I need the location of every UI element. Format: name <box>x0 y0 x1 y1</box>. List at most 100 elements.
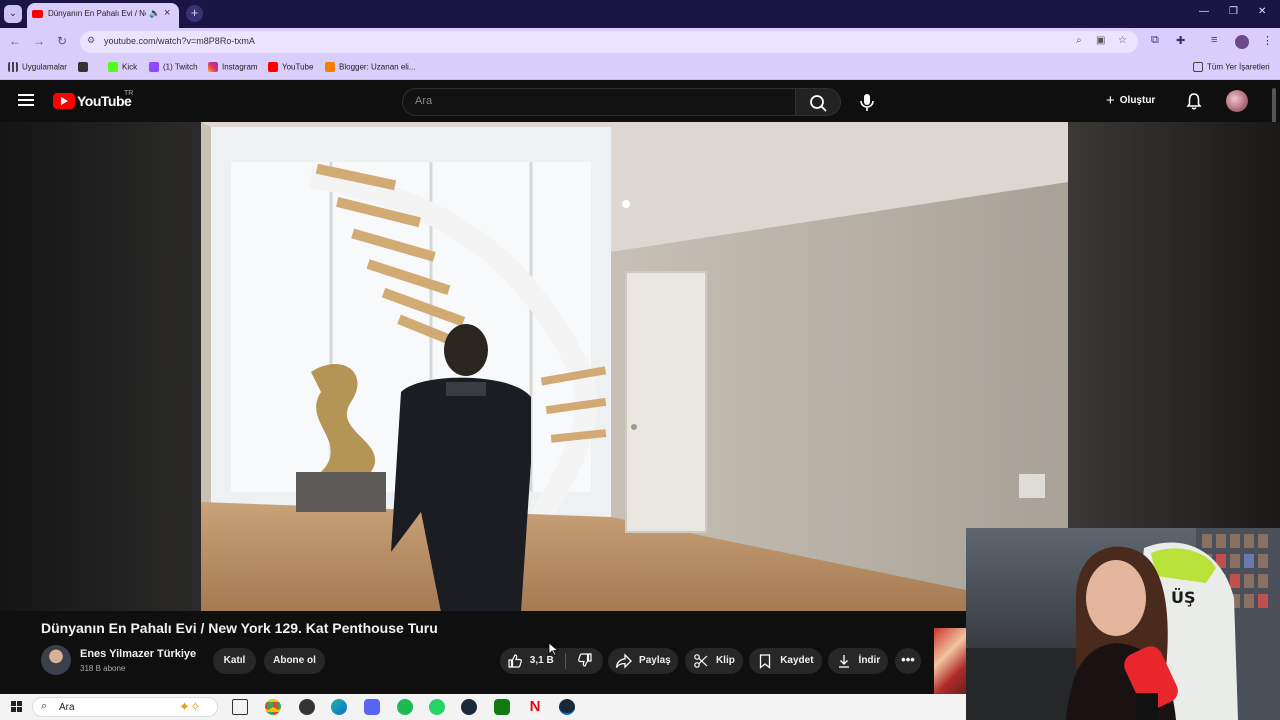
bookmarks-bar: Uygulamalar Kick (1) Twitch Instagram Yo… <box>0 56 1280 80</box>
chrome-icon[interactable] <box>265 699 281 715</box>
blogger-icon <box>325 62 335 72</box>
netflix-icon[interactable]: N <box>527 699 543 715</box>
twitch-icon <box>149 62 159 72</box>
ambient-left <box>0 122 201 611</box>
grid-icon <box>78 62 88 72</box>
profile-avatar[interactable] <box>1235 35 1249 49</box>
minimize-icon[interactable]: — <box>1199 6 1209 17</box>
all-bookmarks[interactable]: Tüm Yer İşaretleri <box>1193 62 1270 72</box>
webcam-image: ÜŞ <box>966 528 1280 720</box>
apps-grid-icon <box>8 62 18 72</box>
video-title: Dünyanın En Pahalı Evi / New York 129. K… <box>41 620 438 636</box>
thumbs-up-icon <box>508 654 522 668</box>
microphone-icon <box>860 94 874 111</box>
scissors-icon <box>694 654 708 668</box>
speaker-icon[interactable]: 🔈 <box>149 8 160 19</box>
bookmark-star-icon[interactable]: ☆ <box>1118 35 1127 46</box>
install-app-icon[interactable]: ▣ <box>1096 35 1105 46</box>
chrome-menu-icon[interactable]: ⋮ <box>1262 34 1273 47</box>
maximize-icon[interactable]: ❐ <box>1229 6 1238 17</box>
url-text: youtube.com/watch?v=m8P8Ro-txmA <box>104 36 255 46</box>
new-tab-button[interactable]: + <box>186 5 203 22</box>
search-button[interactable] <box>795 88 841 116</box>
translate-icon[interactable]: ⧉ <box>1151 34 1159 47</box>
channel-avatar[interactable] <box>41 645 71 675</box>
taskbar-search[interactable]: ⌕ Ara ✦✧ <box>32 697 218 717</box>
tab-title: Dünyanın En Pahalı Evi / Ne <box>48 9 146 18</box>
mouse-cursor-icon <box>548 642 559 656</box>
channel-name[interactable]: Enes Yilmazer Türkiye <box>80 648 196 660</box>
bookmark-kick[interactable]: Kick <box>108 62 137 72</box>
like-divider <box>565 653 566 669</box>
media-controls-icon[interactable]: ≡ <box>1211 34 1217 46</box>
sparkle-icon: ✦✧ <box>179 699 201 714</box>
browser-tab-active[interactable]: Dünyanın En Pahalı Evi / Ne 🔈 × <box>27 3 179 28</box>
windows-taskbar: ⌕ Ara ✦✧ N <box>0 694 966 720</box>
reload-icon[interactable]: ↻ <box>57 34 67 48</box>
account-avatar[interactable] <box>1226 90 1248 112</box>
join-button[interactable]: Katıl <box>213 648 256 674</box>
webcam-overlay: ÜŞ <box>966 528 1280 720</box>
country-code: TR <box>124 90 134 97</box>
tab-close-icon[interactable]: × <box>164 7 170 19</box>
plus-icon: + <box>1106 92 1115 109</box>
chair-lettering: ÜŞ <box>1171 588 1196 607</box>
subscriber-count: 318 B abone <box>80 664 126 673</box>
forward-icon[interactable]: → <box>33 34 45 48</box>
windows-start-icon[interactable] <box>11 701 23 713</box>
taskbar-search-icon: ⌕ <box>41 700 48 712</box>
search-input[interactable] <box>415 95 785 107</box>
youtube-icon <box>268 62 278 72</box>
browser-tab-strip: ⌄ Dünyanın En Pahalı Evi / Ne 🔈 × + — ❐ … <box>0 0 1280 28</box>
download-button[interactable]: İndir <box>828 648 888 674</box>
kick-icon <box>108 62 118 72</box>
bookmark-grid[interactable] <box>78 62 92 72</box>
save-button[interactable]: Kaydet <box>749 648 822 674</box>
youtube-favicon-icon <box>32 10 43 18</box>
extensions-icon[interactable]: ✚ <box>1176 34 1185 47</box>
whatsapp-icon[interactable] <box>429 699 445 715</box>
download-icon <box>838 655 849 668</box>
search-icon <box>810 95 827 112</box>
edge-icon[interactable] <box>331 699 347 715</box>
related-video-thumbnail[interactable] <box>934 628 966 694</box>
spotify-icon[interactable] <box>397 699 413 715</box>
share-button[interactable]: Paylaş <box>608 648 678 674</box>
steam-icon[interactable] <box>461 699 477 715</box>
address-bar[interactable]: ⚙ youtube.com/watch?v=m8P8Ro-txmA ⌕ ▣ ☆ <box>80 31 1138 53</box>
bookmark-twitch[interactable]: (1) Twitch <box>149 62 198 72</box>
notifications-button[interactable] <box>1185 92 1203 110</box>
steam-active-icon[interactable] <box>559 699 575 715</box>
voice-search-button[interactable] <box>853 88 881 116</box>
app-icon[interactable] <box>299 699 315 715</box>
more-horizontal-icon: ••• <box>901 652 915 667</box>
share-icon <box>616 653 633 669</box>
bookmark-blogger[interactable]: Blogger: Uzanan eli... <box>325 62 416 72</box>
subscribe-button[interactable]: Abone ol <box>264 648 325 674</box>
more-actions-button[interactable]: ••• <box>895 648 921 674</box>
close-window-icon[interactable]: ✕ <box>1258 6 1266 17</box>
bookmark-apps[interactable]: Uygulamalar <box>8 62 67 72</box>
zoom-icon[interactable]: ⌕ <box>1076 35 1082 46</box>
site-info-icon[interactable]: ⚙ <box>87 35 100 48</box>
search-box <box>402 88 796 116</box>
video-player[interactable] <box>201 122 1068 611</box>
thumbs-down-icon <box>578 653 592 667</box>
tab-search-button[interactable]: ⌄ <box>4 5 22 23</box>
hamburger-menu-icon[interactable] <box>18 94 34 106</box>
dislike-button[interactable] <box>568 648 602 674</box>
folder-icon <box>1193 62 1203 72</box>
browser-toolbar: ← → ↻ ⚙ youtube.com/watch?v=m8P8Ro-txmA … <box>0 28 1280 56</box>
clip-button[interactable]: Klip <box>685 648 743 674</box>
youtube-logo-icon[interactable] <box>53 93 75 109</box>
xbox-icon[interactable] <box>494 699 510 715</box>
bell-icon <box>1186 93 1202 110</box>
back-icon[interactable]: ← <box>9 34 21 48</box>
instagram-icon <box>208 62 218 72</box>
discord-icon[interactable] <box>364 699 380 715</box>
create-button[interactable]: + Oluştur <box>1100 90 1161 112</box>
bookmark-instagram[interactable]: Instagram <box>208 62 258 72</box>
video-frame <box>201 122 1068 611</box>
task-view-icon[interactable] <box>232 699 248 715</box>
bookmark-youtube[interactable]: YouTube <box>268 62 313 72</box>
